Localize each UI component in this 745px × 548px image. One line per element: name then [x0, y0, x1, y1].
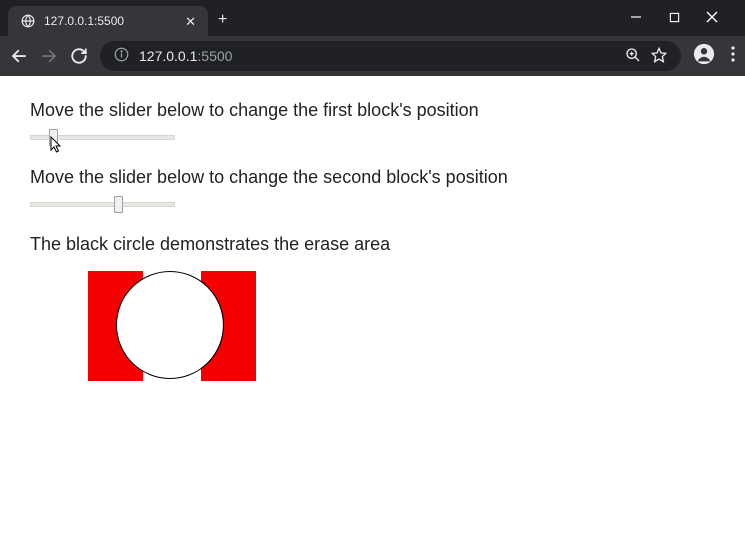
profile-icon[interactable]	[693, 43, 715, 70]
slider1[interactable]	[30, 129, 175, 147]
close-icon[interactable]: ✕	[185, 15, 196, 28]
slider1-thumb[interactable]	[49, 129, 58, 146]
tab-bar: 127.0.0.1:5500 ✕ +	[0, 0, 745, 36]
slider2[interactable]	[30, 196, 175, 214]
erase-label: The black circle demonstrates the erase …	[30, 234, 715, 255]
block-2-visible	[201, 271, 256, 381]
toolbar: 127.0.0.1:5500	[0, 36, 745, 76]
browser-chrome: 127.0.0.1:5500 ✕ +	[0, 0, 745, 76]
new-tab-button[interactable]: +	[218, 7, 227, 29]
address-bar[interactable]: 127.0.0.1:5500	[100, 41, 681, 71]
reload-button[interactable]	[70, 47, 88, 65]
forward-button[interactable]	[40, 47, 58, 65]
star-icon[interactable]	[651, 47, 667, 66]
slider2-label: Move the slider below to change the seco…	[30, 167, 715, 188]
slider1-label: Move the slider below to change the firs…	[30, 100, 715, 121]
page-content: Move the slider below to change the firs…	[0, 76, 745, 415]
window-controls	[629, 11, 737, 26]
back-button[interactable]	[10, 47, 28, 65]
tab-title: 127.0.0.1:5500	[44, 14, 177, 28]
slider2-rail	[30, 202, 175, 207]
globe-icon	[20, 13, 36, 29]
toolbar-right	[693, 43, 735, 70]
info-icon[interactable]	[114, 47, 129, 65]
minimize-icon[interactable]	[629, 11, 643, 26]
maximize-icon[interactable]	[667, 11, 681, 26]
browser-tab[interactable]: 127.0.0.1:5500 ✕	[8, 6, 208, 36]
menu-icon[interactable]	[731, 46, 735, 67]
address-text: 127.0.0.1:5500	[139, 48, 615, 64]
slider2-thumb[interactable]	[114, 196, 123, 213]
zoom-icon[interactable]	[625, 47, 641, 66]
close-window-icon[interactable]	[705, 11, 719, 26]
canvas-area	[88, 271, 288, 391]
